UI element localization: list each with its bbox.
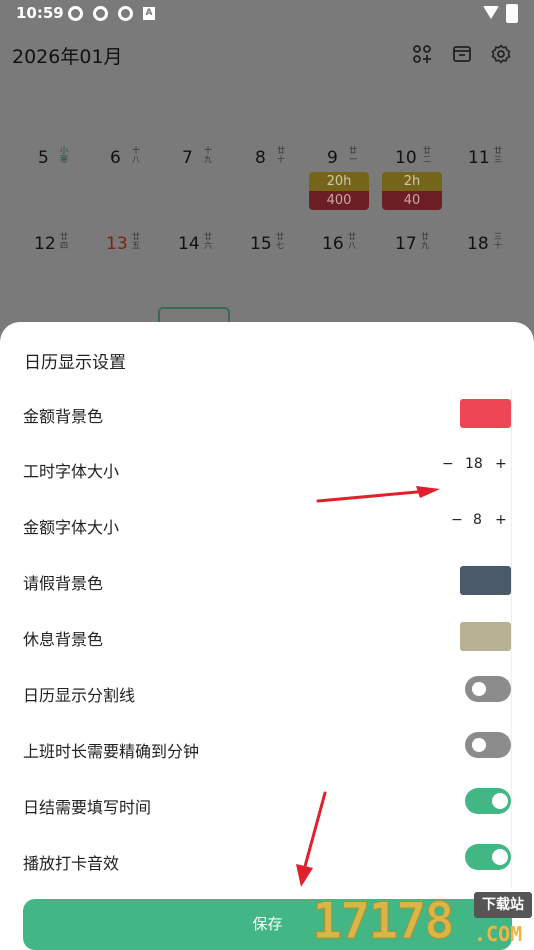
amount-label: 40 <box>382 191 442 210</box>
calendar-day[interactable]: 13 廿五 <box>100 226 172 266</box>
calendar-day[interactable]: 14 廿六 <box>172 226 244 266</box>
stepper-value: 8 <box>473 512 482 528</box>
decrease-button[interactable]: − <box>451 512 463 528</box>
amount-font-stepper: − 8 + <box>451 512 511 536</box>
calendar-day[interactable]: 18 三十 <box>461 226 533 266</box>
stepper-value: 18 <box>465 456 483 472</box>
decrease-button[interactable]: − <box>442 456 454 472</box>
setting-minute-precision: 上班时长需要精确到分钟 <box>0 720 534 776</box>
setting-daily-time: 日结需要填写时间 <box>0 776 534 832</box>
setting-divider-line: 日历显示分割线 <box>0 664 534 720</box>
calendar-day[interactable]: 15 廿七 <box>244 226 316 266</box>
hours-label: 2h <box>382 172 442 191</box>
setting-amount-font-size: 金额字体大小 − 8 + <box>0 496 534 552</box>
calendar-day[interactable]: 12 廿四 <box>28 226 100 266</box>
wifi-icon <box>483 6 499 19</box>
calendar-day[interactable]: 5 小寒 <box>32 140 104 180</box>
divider-line-toggle[interactable] <box>465 676 511 702</box>
punch-sound-toggle[interactable] <box>465 844 511 870</box>
status-bar: 10:59 A <box>0 0 534 28</box>
day-record-pill[interactable]: 20h 400 <box>309 172 369 210</box>
calendar-day[interactable]: 6 十八 <box>104 140 176 180</box>
setting-rest-bg: 休息背景色 <box>0 608 534 664</box>
month-title[interactable]: 2026年01月 <box>12 42 123 69</box>
app-header: 2026年01月 <box>0 28 534 80</box>
notification-icon <box>118 6 133 21</box>
amount-bg-color-swatch[interactable] <box>460 399 511 428</box>
setting-punch-sound: 播放打卡音效 <box>0 832 534 888</box>
increase-button[interactable]: + <box>495 456 507 472</box>
sheet-title: 日历显示设置 <box>24 353 126 373</box>
daily-time-toggle[interactable] <box>465 788 511 814</box>
notification-icon <box>68 6 83 21</box>
setting-leave-bg: 请假背景色 <box>0 552 534 608</box>
apps-add-icon[interactable] <box>412 44 432 64</box>
notification-icon <box>93 6 108 21</box>
increase-button[interactable]: + <box>495 512 507 528</box>
setting-hours-font-size: 工时字体大小 − 18 + <box>0 440 534 496</box>
amount-label: 400 <box>309 191 369 210</box>
rest-bg-color-swatch[interactable] <box>460 622 511 651</box>
leave-bg-color-swatch[interactable] <box>460 566 511 595</box>
calendar-day[interactable]: 11 廿三 <box>462 140 534 180</box>
status-time: 10:59 <box>16 4 64 22</box>
calendar-day[interactable]: 17 廿九 <box>389 226 461 266</box>
annotation-arrow <box>296 791 327 887</box>
gear-icon[interactable] <box>491 44 511 64</box>
calendar-day[interactable]: 7 十九 <box>176 140 248 180</box>
calendar-grid: 5 小寒 6 十八 7 十九 8 廿十 9 廿一 10 廿二 11 廿三 20h… <box>0 80 534 340</box>
a-notification-icon: A <box>143 7 155 20</box>
calendar-day[interactable]: 16 廿八 <box>316 226 388 266</box>
card-icon[interactable] <box>452 44 472 64</box>
hours-font-stepper: − 18 + <box>442 456 512 480</box>
setting-amount-bg: 金额背景色 <box>0 385 534 441</box>
calendar-display-settings-sheet: 日历显示设置 金额背景色 工时字体大小 − 18 + 金额字体大小 − 8 + … <box>0 322 534 950</box>
annotation-arrow <box>316 486 440 503</box>
watermark-logo: 17178 下载站 .COM <box>312 888 534 950</box>
battery-icon <box>506 4 518 23</box>
minute-precision-toggle[interactable] <box>465 732 511 758</box>
hours-label: 20h <box>309 172 369 191</box>
day-record-pill[interactable]: 2h 40 <box>382 172 442 210</box>
